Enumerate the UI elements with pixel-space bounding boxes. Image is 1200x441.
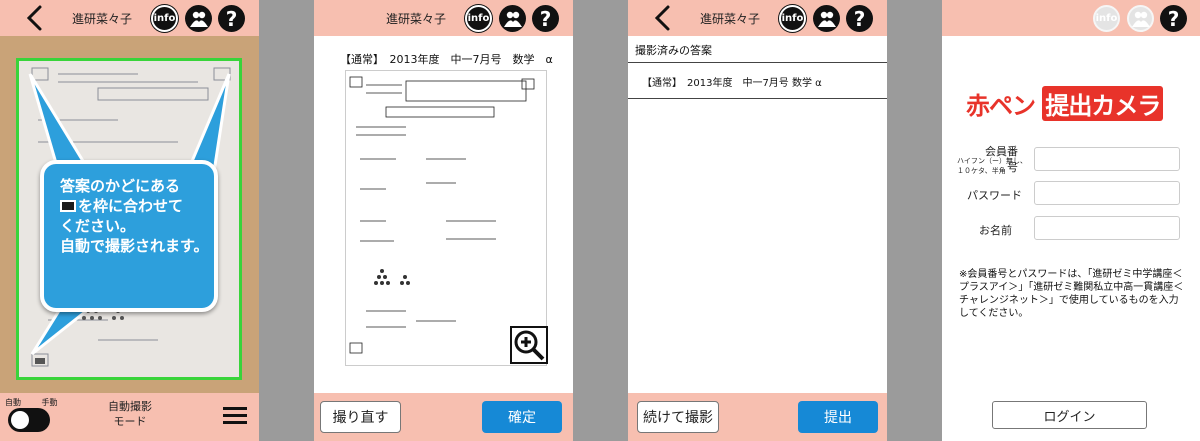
capture-mode-label: 自動撮影 モード [88, 399, 172, 429]
toggle-labels: 自動 手動 [5, 397, 58, 408]
submit-button[interactable]: 提出 [798, 401, 878, 433]
info-icon: info [1093, 5, 1120, 32]
app-screens: 進研菜々子 info ? 答案のかどにある を枠に合わせて ください。 自動で撮… [0, 0, 1200, 441]
header: 進研菜々子 info ? [0, 0, 259, 36]
password-input[interactable] [1034, 181, 1180, 205]
header: info ? [942, 0, 1200, 36]
camera-preview: 答案のかどにある を枠に合わせて ください。 自動で撮影されます。 [0, 36, 259, 393]
people-icon[interactable] [185, 5, 212, 32]
mode-label-line: 自動撮影 [108, 400, 152, 413]
footer: 自動 手動 自動撮影 モード [0, 393, 259, 441]
footer: 撮り直す 確定 [314, 393, 573, 441]
header-title: 進研菜々子 [700, 12, 761, 26]
info-icon[interactable]: info [465, 5, 492, 32]
help-icon[interactable]: ? [846, 5, 873, 32]
login-notice: ※会員番号とパスワードは、「進研ゼミ中学講座＜プラスアイ＞」「進研ゼミ難関私立中… [959, 269, 1184, 319]
member-number-note: ハイフン（ー）無し、 １０ケタ、半角 [957, 157, 1027, 175]
people-icon[interactable] [813, 5, 840, 32]
guide-line: を枠に合わせて [78, 197, 184, 215]
preview-screen: 進研菜々子 info ? 【通常】 2013年度 中一7月号 数学 α 撮り直す… [314, 0, 573, 441]
camera-screen: 進研菜々子 info ? 答案のかどにある を枠に合わせて ください。 自動で撮… [0, 0, 259, 441]
mode-label-line: モード [113, 415, 147, 428]
member-number-input[interactable] [1034, 147, 1180, 171]
app-logo: 赤ペン 提出カメラ [966, 86, 1164, 121]
people-icon [1127, 5, 1154, 32]
people-icon[interactable] [499, 5, 526, 32]
login-screen: info ? 赤ペン 提出カメラ 会員番号 ハイフン（ー）無し、 １０ケタ、半角… [942, 0, 1200, 441]
header-title: 進研菜々子 [386, 12, 447, 26]
guide-line: ください。 [60, 217, 136, 235]
header: 進研菜々子 info ? [314, 0, 573, 36]
retake-button[interactable]: 撮り直す [320, 401, 401, 433]
zoom-in-icon[interactable] [510, 326, 548, 364]
footer: 続けて撮影 提出 [628, 393, 887, 441]
back-arrow-icon[interactable] [24, 4, 46, 32]
name-label: お名前 [979, 224, 1012, 237]
help-icon[interactable]: ? [1160, 5, 1187, 32]
captured-list-screen: 進研菜々子 info ? 撮影済みの答案 【通常】 2013年度 中一7月号 数… [628, 0, 887, 441]
continue-capture-button[interactable]: 続けて撮影 [637, 401, 719, 433]
list-item[interactable]: 【通常】 2013年度 中一7月号 数学 α [628, 63, 887, 99]
manual-label: 手動 [41, 398, 58, 407]
alignment-guide-callout: 答案のかどにある を枠に合わせて ください。 自動で撮影されます。 [40, 160, 218, 312]
divider [887, 0, 942, 441]
divider [573, 0, 628, 441]
guide-line: 答案のかどにある [60, 177, 181, 195]
divider [259, 0, 314, 441]
info-icon[interactable]: info [779, 5, 806, 32]
help-icon[interactable]: ? [218, 5, 245, 32]
capture-mode-toggle[interactable] [8, 408, 50, 432]
logo-part: 赤ペン [966, 92, 1036, 120]
info-icon[interactable]: info [151, 5, 178, 32]
back-arrow-icon[interactable] [652, 4, 674, 32]
password-label: パスワード [967, 189, 1022, 202]
scanned-answer-image [345, 70, 547, 366]
header: 進研菜々子 info ? [628, 0, 887, 36]
login-button[interactable]: ログイン [992, 401, 1147, 429]
list-heading: 撮影済みの答案 [628, 36, 887, 63]
auto-label: 自動 [5, 398, 21, 407]
logo-part: 提出カメラ [1042, 86, 1164, 121]
confirm-button[interactable]: 確定 [482, 401, 562, 433]
corner-marker-icon [60, 200, 76, 212]
toggle-knob [11, 411, 29, 429]
header-title: 進研菜々子 [72, 12, 133, 26]
name-input[interactable] [1034, 216, 1180, 240]
help-icon[interactable]: ? [532, 5, 559, 32]
document-title: 【通常】 2013年度 中一7月号 数学 α [340, 53, 553, 66]
guide-line: 自動で撮影されます。 [60, 237, 209, 255]
list-menu-icon[interactable] [223, 407, 247, 427]
